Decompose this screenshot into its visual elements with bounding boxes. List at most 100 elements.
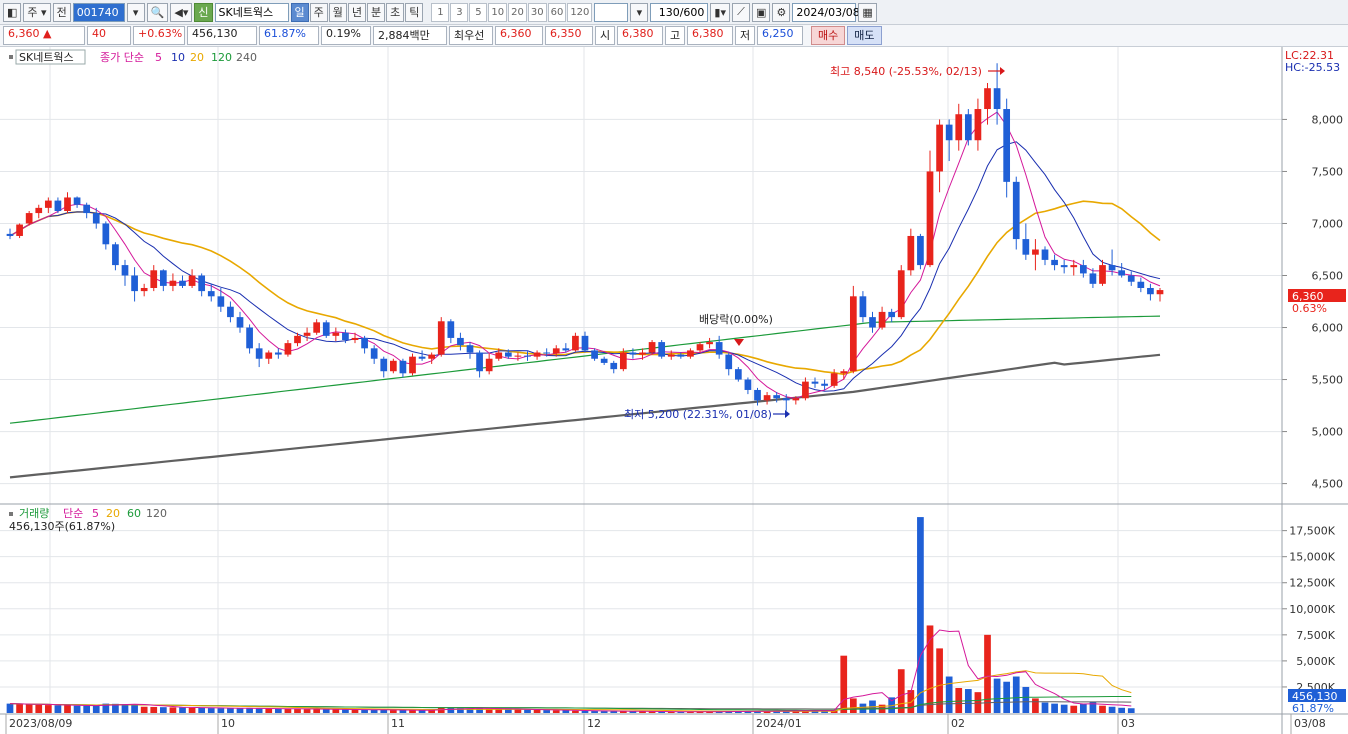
volume-legend-series: 단순 <box>63 507 83 520</box>
count-field[interactable]: 130/600 <box>650 2 709 22</box>
candle-body <box>332 332 340 336</box>
code-dropdown-icon[interactable]: ▾ <box>126 2 145 22</box>
period-tab-6[interactable]: 틱 <box>405 2 424 22</box>
current-price-value: 6,360 <box>8 27 40 40</box>
custom-minute-input[interactable] <box>594 2 629 22</box>
volume-bar <box>284 708 292 713</box>
candle-body <box>83 204 91 214</box>
custom-minute-dropdown-icon[interactable]: ▾ <box>630 2 649 22</box>
candle-body <box>476 352 483 372</box>
code-input[interactable]: 001740 <box>72 2 125 22</box>
volume-bar <box>418 710 426 713</box>
minute-button-120[interactable]: 120 <box>567 2 593 22</box>
volume-bar <box>543 710 551 713</box>
candle-body <box>878 311 886 328</box>
volume-bar <box>447 707 455 713</box>
current-price: 6,360 ▲ <box>3 26 85 45</box>
candle-body <box>274 352 282 355</box>
legend-marker-icon <box>9 55 13 59</box>
ask-price: 6,360 <box>495 26 543 45</box>
high-label: 고 <box>665 26 685 45</box>
gear-icon[interactable]: ⚙ <box>772 2 791 22</box>
period-tab-1[interactable]: 주 <box>309 2 328 22</box>
volume-bar <box>265 708 273 713</box>
minute-button-10[interactable]: 10 <box>488 2 508 22</box>
minute-button-3[interactable]: 3 <box>450 2 469 22</box>
period-tab-0[interactable]: 일 <box>290 2 309 22</box>
candle-body <box>869 317 876 328</box>
candle-body <box>888 311 896 318</box>
candle-body <box>734 369 742 380</box>
candle-body <box>706 342 713 345</box>
candle-body <box>35 207 43 214</box>
volume-legend-ma20: 20 <box>106 507 120 520</box>
candle-body <box>581 335 589 351</box>
candle-body <box>1079 265 1087 274</box>
candle-body <box>380 358 388 372</box>
minute-button-30[interactable]: 30 <box>527 2 547 22</box>
save-icon[interactable]: ▣ <box>751 2 771 22</box>
layout-icon[interactable]: ◧ <box>3 2 22 22</box>
volume-bar <box>840 655 848 713</box>
x-axis-label: 2024/01 <box>756 717 802 730</box>
volume-bar <box>179 707 186 713</box>
quote-bar: 6,360 ▲ 40 +0.63% 456,130 61.87% 0.19% 2… <box>0 25 1348 47</box>
price-legend: SK네트웍스 종가 단순 5 10 20 120 240 <box>9 49 257 65</box>
best-quote-label: 최우선 <box>449 26 493 45</box>
price-tick-label: 6,000 <box>1312 322 1344 335</box>
volume-bar <box>591 711 598 713</box>
price-tick-label: 8,000 <box>1312 113 1344 126</box>
period-tab-2[interactable]: 월 <box>328 2 347 22</box>
candle-body <box>121 265 129 276</box>
minute-buttons: 1 3 5 10 20 30 60 120 <box>431 2 593 22</box>
minute-button-5[interactable]: 5 <box>469 2 488 22</box>
candle-body <box>495 352 503 359</box>
candle-body <box>227 306 234 318</box>
minute-button-1[interactable]: 1 <box>431 2 450 22</box>
low-price: 6,250 <box>757 26 803 45</box>
buy-button[interactable]: 매수 <box>811 26 846 45</box>
x-axis-label: 10 <box>221 717 235 730</box>
volume-bar <box>246 708 253 713</box>
x-axis-label: 11 <box>391 717 405 730</box>
volume-bar <box>389 710 397 713</box>
open-label: 시 <box>595 26 615 45</box>
volume-bar <box>1079 703 1087 713</box>
change-value: 40 <box>87 26 131 45</box>
candle-body <box>342 332 349 341</box>
candle-body <box>389 360 397 372</box>
sell-button[interactable]: 매도 <box>847 26 882 45</box>
period-tab-4[interactable]: 분 <box>367 2 386 22</box>
candle-body <box>600 358 608 363</box>
indicator-icon[interactable]: ⟋ <box>731 2 750 22</box>
prev-button[interactable]: 전 <box>52 2 71 22</box>
candle-body <box>322 322 330 336</box>
date-field[interactable]: 2024/03/08 <box>792 2 860 22</box>
volume-bar <box>83 705 91 713</box>
speaker-icon[interactable]: ◀▾ <box>170 2 193 22</box>
minute-button-60[interactable]: 60 <box>547 2 567 22</box>
volume-bar <box>552 710 560 713</box>
volume-bar <box>849 698 857 713</box>
candle-body <box>1041 249 1049 260</box>
period-tab-3[interactable]: 년 <box>347 2 366 22</box>
candle-body <box>629 352 637 355</box>
candle-body <box>696 344 704 351</box>
price-tick-label: 5,500 <box>1312 374 1344 387</box>
candle-type-icon[interactable]: ▮▾ <box>710 2 730 22</box>
current-volume-pct-text: 61.87% <box>1292 702 1334 715</box>
market-select[interactable]: 주 ▾ <box>23 2 51 22</box>
volume-tick-label: 17,500K <box>1289 525 1335 538</box>
volume-bar <box>1060 704 1068 713</box>
volume-tick-label: 7,500K <box>1296 629 1335 642</box>
volume-bar <box>514 709 522 713</box>
calendar-icon[interactable]: ▦ <box>858 2 877 22</box>
price-tick-label: 5,000 <box>1312 426 1344 439</box>
volume-bar <box>926 625 934 713</box>
stock-chart[interactable]: 8,000 7,500 7,000 6,500 6,000 5,500 5,000 4,500… <box>0 47 1348 734</box>
search-icon[interactable]: 🔍 <box>146 2 169 22</box>
period-tab-5[interactable]: 초 <box>386 2 405 22</box>
minute-button-20[interactable]: 20 <box>508 2 527 22</box>
candle-body <box>265 352 273 359</box>
candle-body <box>763 395 771 401</box>
